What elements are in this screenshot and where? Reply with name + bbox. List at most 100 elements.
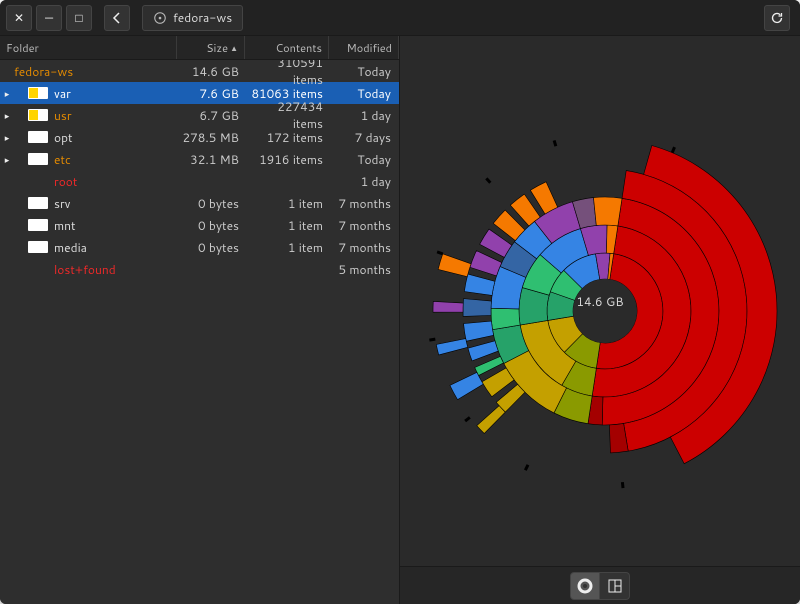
folder-modified: 7 months (329, 217, 395, 234)
folder-modified: 1 day (329, 173, 395, 190)
refresh-icon (770, 11, 784, 25)
folder-size: 32.1 MB (177, 151, 245, 168)
ring-chart-icon (577, 578, 593, 594)
usage-swatch (28, 197, 48, 209)
folder-contents: 1 item (245, 195, 329, 212)
root-row[interactable]: fedora-ws 14.6 GB 310591 items Today (0, 60, 399, 82)
minimize-icon: — (45, 9, 53, 26)
usage-swatch (28, 131, 48, 143)
sunburst-chart[interactable] (400, 36, 800, 566)
folder-contents: 1 item (245, 217, 329, 234)
disclosure-triangle-icon[interactable]: ▸ (0, 153, 14, 166)
table-row[interactable]: mnt0 bytes1 item7 months (0, 214, 399, 236)
chart-segment[interactable] (436, 339, 467, 355)
ring-chart-button[interactable] (570, 572, 600, 600)
folder-size: 0 bytes (177, 217, 245, 234)
chart-tick (554, 140, 556, 146)
chart-segment[interactable] (438, 254, 471, 277)
usage-swatch (28, 109, 48, 121)
folder-name: media (54, 239, 177, 256)
contents-column-header[interactable]: Contents (245, 36, 329, 59)
chart-pane: 14.6 GB (400, 36, 800, 604)
folder-modified: Today (329, 63, 395, 80)
folder-modified: 5 months (329, 261, 395, 278)
chart-tick (525, 465, 528, 470)
chart-tick (486, 178, 490, 182)
chart-tick (622, 482, 623, 488)
folder-tree-pane: Folder Size▲ Contents Modified fedora-ws… (0, 36, 400, 604)
folder-size: 14.6 GB (177, 63, 245, 80)
table-row[interactable]: root 1 day (0, 170, 399, 192)
view-switcher (400, 566, 800, 604)
chart-segment[interactable] (450, 372, 483, 399)
chevron-left-icon (111, 12, 123, 24)
modified-column-header[interactable]: Modified (329, 36, 399, 59)
folder-contents: 1 item (245, 239, 329, 256)
folder-name: var (54, 85, 177, 102)
chart-tick (465, 417, 470, 421)
usage-swatch (28, 153, 48, 165)
folder-modified: 7 months (329, 195, 395, 212)
disclosure-triangle-icon[interactable]: ▸ (0, 131, 14, 144)
minimize-button[interactable]: — (36, 5, 62, 31)
disclosure-triangle-icon[interactable]: ▸ (0, 87, 14, 100)
close-button[interactable]: ✕ (6, 5, 32, 31)
folder-name: etc (54, 151, 177, 168)
folder-modified: Today (329, 85, 395, 102)
folder-modified: 7 months (329, 239, 395, 256)
refresh-button[interactable] (764, 5, 790, 31)
folder-contents: 1916 items (245, 151, 329, 168)
folder-size: 6.7 GB (177, 107, 245, 124)
folder-name: lost+found (54, 261, 177, 278)
folder-contents: 227434 items (245, 98, 329, 132)
table-row[interactable]: srv0 bytes1 item7 months (0, 192, 399, 214)
chart-segment[interactable] (468, 341, 498, 361)
close-icon: ✕ (14, 9, 24, 26)
folder-size: 0 bytes (177, 195, 245, 212)
chart-segment[interactable] (593, 197, 622, 226)
folder-modified: 1 day (329, 107, 395, 124)
chart-tick (429, 339, 435, 340)
chart-segment[interactable] (477, 406, 506, 434)
table-row[interactable]: ▸var7.6 GB81063 itemsToday (0, 82, 399, 104)
usage-swatch (28, 241, 48, 253)
folder-name: root (54, 173, 177, 190)
sort-ascending-icon: ▲ (230, 42, 238, 54)
path-tab[interactable]: fedora-ws (142, 5, 243, 31)
folder-rows: fedora-ws 14.6 GB 310591 items Today ▸ va… (0, 60, 399, 604)
size-column-header[interactable]: Size▲ (177, 36, 245, 59)
folder-name: opt (54, 129, 177, 146)
treemap-button[interactable] (600, 572, 630, 600)
folder-size: 278.5 MB (177, 129, 245, 146)
folder-size: 0 bytes (177, 239, 245, 256)
table-row[interactable]: ▸ etc32.1 MB1916 itemsToday (0, 148, 399, 170)
chart-segment[interactable] (433, 301, 463, 312)
maximize-button[interactable]: □ (66, 5, 92, 31)
chart-segment[interactable] (470, 251, 502, 276)
folder-name: usr (54, 107, 177, 124)
table-row[interactable]: ▸usr6.7 GB227434 items1 day (0, 104, 399, 126)
folder-column-header[interactable]: Folder (0, 36, 177, 59)
chart-tick (437, 252, 443, 254)
disclosure-triangle-icon[interactable]: ▸ (0, 109, 14, 122)
folder-name: fedora-ws (14, 63, 177, 80)
back-button[interactable] (104, 5, 130, 31)
table-row[interactable]: ▸ opt278.5 MB172 items7 days (0, 126, 399, 148)
usage-swatch (28, 219, 48, 231)
table-row[interactable]: media0 bytes1 item7 months (0, 236, 399, 258)
folder-modified: 7 days (329, 129, 395, 146)
maximize-icon: □ (75, 9, 82, 26)
folder-name: mnt (54, 217, 177, 234)
chart-tick (672, 147, 674, 153)
disk-icon (153, 11, 167, 25)
titlebar: ✕ — □ fedora-ws (0, 0, 800, 36)
treemap-icon (608, 579, 622, 593)
chart-segment[interactable] (464, 321, 494, 341)
folder-contents: 172 items (245, 129, 329, 146)
table-row[interactable]: lost+found 5 months (0, 258, 399, 280)
chart-segment[interactable] (464, 274, 495, 295)
folder-size: 7.6 GB (177, 85, 245, 102)
folder-modified: Today (329, 151, 395, 168)
chart-segment[interactable] (463, 299, 491, 317)
usage-swatch (28, 87, 48, 99)
